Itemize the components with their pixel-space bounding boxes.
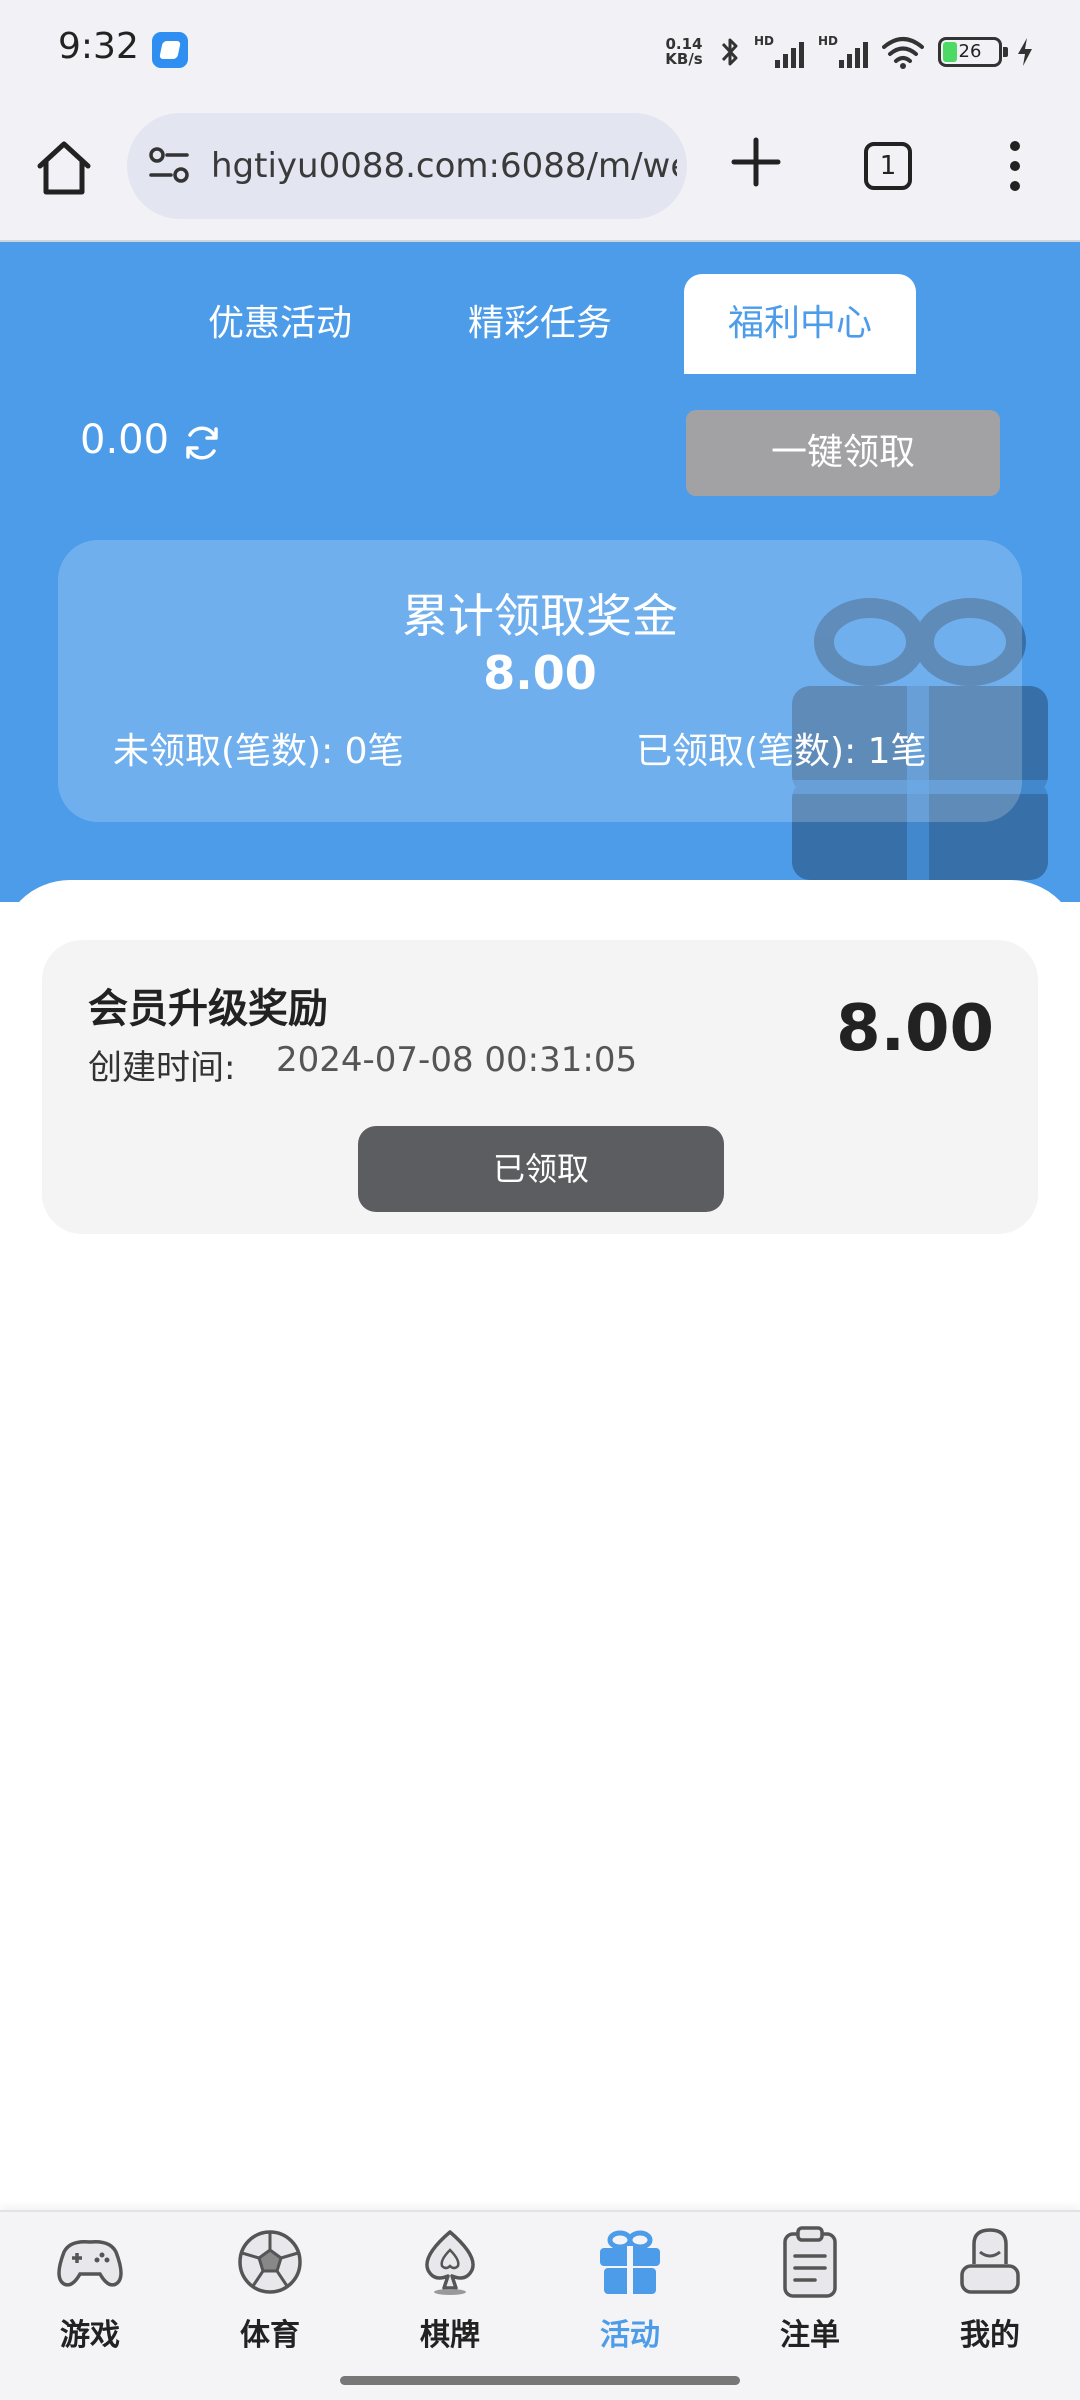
home-icon[interactable] <box>32 136 96 200</box>
reward-card: 会员升级奖励 创建时间: 2024-07-08 00:31:05 8.00 已领… <box>42 940 1038 1234</box>
profile-icon <box>960 2228 1020 2294</box>
claimed-count: 已领取(笔数): 1笔 <box>636 731 927 772</box>
spade-card-icon <box>425 2230 475 2295</box>
status-bar: 9:32 0.14 KB/s HD HD 26 <box>0 0 1080 100</box>
new-tab-plus-icon[interactable] <box>728 134 784 190</box>
soccer-ball-icon <box>238 2230 302 2294</box>
tab-promotions[interactable]: 优惠活动 <box>180 274 380 374</box>
bluetooth-icon <box>721 38 738 66</box>
created-time-label: 创建时间: <box>88 1048 236 1088</box>
claimed-status-button[interactable]: 已领取 <box>358 1126 724 1212</box>
balance-value: 0.00 <box>80 417 170 463</box>
reward-list: 会员升级奖励 创建时间: 2024-07-08 00:31:05 8.00 已领… <box>0 880 1080 2210</box>
gift-icon <box>600 2230 660 2296</box>
summary-total: 8.00 <box>483 646 597 700</box>
wifi-icon <box>882 37 924 69</box>
nav-item-orders[interactable]: 注单 <box>720 2212 900 2362</box>
nav-label: 游戏 <box>60 2318 120 2353</box>
reward-title: 会员升级奖励 <box>88 986 328 1032</box>
browser-app-icon <box>152 32 188 68</box>
signal-icon-2: HD <box>818 34 868 70</box>
claim-all-button[interactable]: 一键领取 <box>686 410 1000 496</box>
charging-icon <box>1018 38 1032 66</box>
tab-welfare-center[interactable]: 福利中心 <box>684 274 916 374</box>
home-gesture-bar[interactable] <box>340 2376 740 2385</box>
nav-item-cards[interactable]: 棋牌 <box>360 2212 540 2362</box>
status-icons: 0.14 KB/s HD HD 26 <box>662 30 1034 74</box>
refresh-icon[interactable] <box>182 423 222 463</box>
nav-item-games[interactable]: 游戏 <box>0 2212 180 2362</box>
nav-label: 我的 <box>960 2318 1020 2353</box>
tab-switcher-button[interactable]: 1 <box>864 142 912 190</box>
summary-title: 累计领取奖金 <box>402 589 678 643</box>
tab-tasks[interactable]: 精彩任务 <box>440 274 640 374</box>
welfare-header: 优惠活动 精彩任务 福利中心 0.00 一键领取 累计领取奖金 8.00 未领取… <box>0 242 1080 902</box>
battery-level: 26 <box>958 41 982 62</box>
url-text[interactable]: hgtiyu0088.com:6088/m/welfare <box>211 113 677 219</box>
nav-item-sports[interactable]: 体育 <box>180 2212 360 2362</box>
address-bar[interactable]: hgtiyu0088.com:6088/m/welfare <box>127 113 687 219</box>
summary-card: 累计领取奖金 8.00 未领取(笔数): 0笔 已领取(笔数): 1笔 <box>58 540 1022 822</box>
network-speed: 0.14 KB/s <box>662 37 706 67</box>
signal-icon-1: HD <box>754 34 804 70</box>
signal-hd-label: HD <box>754 34 775 48</box>
bottom-navigation: 游戏 体育 棋牌 活动 注单 我的 <box>0 2210 1080 2360</box>
browser-toolbar: hgtiyu0088.com:6088/m/welfare 1 <box>0 100 1080 242</box>
reward-amount: 8.00 <box>836 992 994 1066</box>
clipboard-icon <box>783 2226 837 2298</box>
nav-label: 活动 <box>600 2318 660 2353</box>
gesture-area <box>0 2360 1080 2400</box>
nav-label: 棋牌 <box>420 2318 480 2353</box>
more-menu-icon[interactable] <box>1000 138 1030 194</box>
network-speed-unit: KB/s <box>665 50 703 68</box>
nav-item-profile[interactable]: 我的 <box>900 2212 1080 2362</box>
nav-label: 体育 <box>240 2318 300 2353</box>
created-time-value: 2024-07-08 00:31:05 <box>276 1040 638 1080</box>
nav-item-activities[interactable]: 活动 <box>540 2212 720 2362</box>
nav-label: 注单 <box>780 2318 840 2353</box>
gamepad-icon <box>57 2239 123 2287</box>
signal-hd-label: HD <box>818 34 839 48</box>
site-settings-icon[interactable] <box>147 143 191 187</box>
unclaimed-count: 未领取(笔数): 0笔 <box>113 731 404 772</box>
status-time: 9:32 <box>58 26 139 67</box>
battery-icon: 26 <box>938 37 1008 67</box>
